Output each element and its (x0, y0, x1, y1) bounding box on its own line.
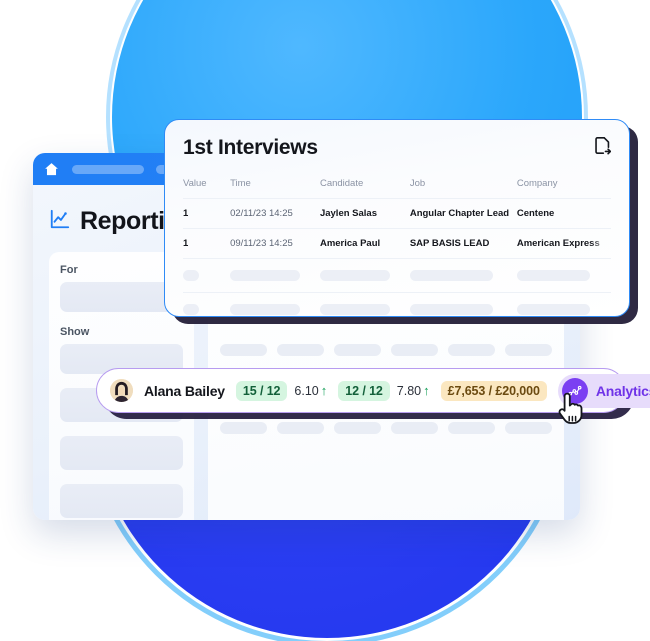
skeleton-cell (230, 258, 320, 293)
metric-chip-1: 15 / 12 (235, 380, 288, 401)
column-header-time[interactable]: Time (230, 178, 320, 199)
cell-time: 02/11/23 14:25 (230, 198, 320, 229)
skeleton-cell (220, 422, 267, 434)
skeleton-cell (319, 292, 410, 316)
skeleton-cell (183, 258, 231, 293)
interviews-card: 1st Interviews Value Time Candidate Job … (164, 119, 630, 317)
cell-job: SAP BASIS LEAD (409, 228, 517, 259)
filter-label-show: Show (60, 326, 90, 338)
analytics-button-label: Analytics (595, 382, 650, 399)
cell-value: 1 (183, 228, 231, 259)
column-header-company[interactable]: Company (517, 178, 611, 199)
metric-chip-2: 12 / 12 (338, 380, 390, 401)
table-row (220, 344, 552, 356)
interviews-table-body: 1 02/11/23 14:25 Jaylen Salas Angular Ch… (183, 198, 611, 316)
skeleton-cell (391, 422, 438, 434)
skeleton-cell (230, 292, 320, 316)
cell-company: Centene (516, 198, 611, 229)
table-row-skeleton (183, 258, 611, 293)
cell-time: 09/11/23 14:25 (230, 228, 320, 259)
skeleton-cell (448, 422, 495, 434)
illustration-stage: Reporting For Show 1st Interviews Value … (0, 0, 650, 641)
skeleton-cell (277, 344, 324, 356)
file-export-icon[interactable] (594, 136, 611, 155)
alana-bailey-bar: Alana Bailey 15 / 12 6.10 ↑ 12 / 12 7.80… (96, 368, 650, 413)
skeleton-cell (409, 292, 517, 316)
user-name: Alana Bailey (144, 382, 225, 399)
interviews-table: Value Time Candidate Job Company 1 02/11… (183, 178, 611, 316)
avatar (110, 379, 133, 402)
line-chart-icon (49, 208, 71, 235)
column-header-candidate[interactable]: Candidate (320, 178, 410, 199)
column-header-value[interactable]: Value (183, 178, 230, 199)
skeleton-cell (183, 292, 231, 316)
cell-candidate: Jaylen Salas (319, 198, 410, 229)
metric-value-1: 6.10 ↑ (294, 384, 327, 398)
analytics-network-icon (561, 377, 588, 404)
metric-value-2: 7.80 ↑ (397, 384, 430, 398)
cell-company: American Express (516, 228, 611, 259)
skeleton-cell (409, 258, 517, 293)
interviews-card-title: 1st Interviews (183, 136, 318, 159)
skeleton-cell (220, 344, 267, 356)
filter-input-placeholder-3[interactable] (60, 484, 183, 518)
cell-value: 1 (183, 198, 231, 229)
skeleton-cell (505, 344, 552, 356)
skeleton-cell (516, 292, 611, 316)
table-row[interactable]: 1 09/11/23 14:25 America Paul SAP BASIS … (183, 228, 611, 259)
skeleton-cell (505, 422, 552, 434)
skeleton-cell (319, 258, 410, 293)
cell-candidate: America Paul (319, 228, 410, 259)
skeleton-cell (334, 344, 381, 356)
metric-group-2: 12 / 12 7.80 ↑ (338, 380, 430, 401)
skeleton-cell (391, 344, 438, 356)
metric-number-1: 6.10 (294, 383, 319, 398)
trend-up-icon: ↑ (320, 383, 328, 398)
trend-up-icon: ↑ (423, 383, 430, 398)
revenue-chip: £7,653 / £20,000 (440, 380, 547, 401)
interviews-card-header: 1st Interviews (183, 136, 611, 160)
skeleton-cell (277, 422, 324, 434)
column-header-job[interactable]: Job (410, 178, 517, 199)
table-row[interactable]: 1 02/11/23 14:25 Jaylen Salas Angular Ch… (183, 198, 611, 229)
home-icon[interactable] (43, 161, 60, 178)
skeleton-cell (334, 422, 381, 434)
metric-group-1: 15 / 12 6.10 ↑ (235, 380, 327, 401)
filter-input-placeholder-2[interactable] (60, 436, 183, 470)
skeleton-cell (448, 344, 495, 356)
table-header-row: Value Time Candidate Job Company (183, 178, 611, 199)
cell-job: Angular Chapter Lead (409, 198, 517, 229)
interviews-table-head: Value Time Candidate Job Company (183, 178, 611, 199)
table-row-skeleton (183, 292, 611, 316)
topbar-placeholder-1 (72, 164, 144, 174)
metric-number-2: 7.80 (396, 383, 422, 398)
analytics-button[interactable]: Analytics (557, 373, 650, 408)
table-row (220, 422, 552, 434)
skeleton-cell (516, 258, 611, 293)
